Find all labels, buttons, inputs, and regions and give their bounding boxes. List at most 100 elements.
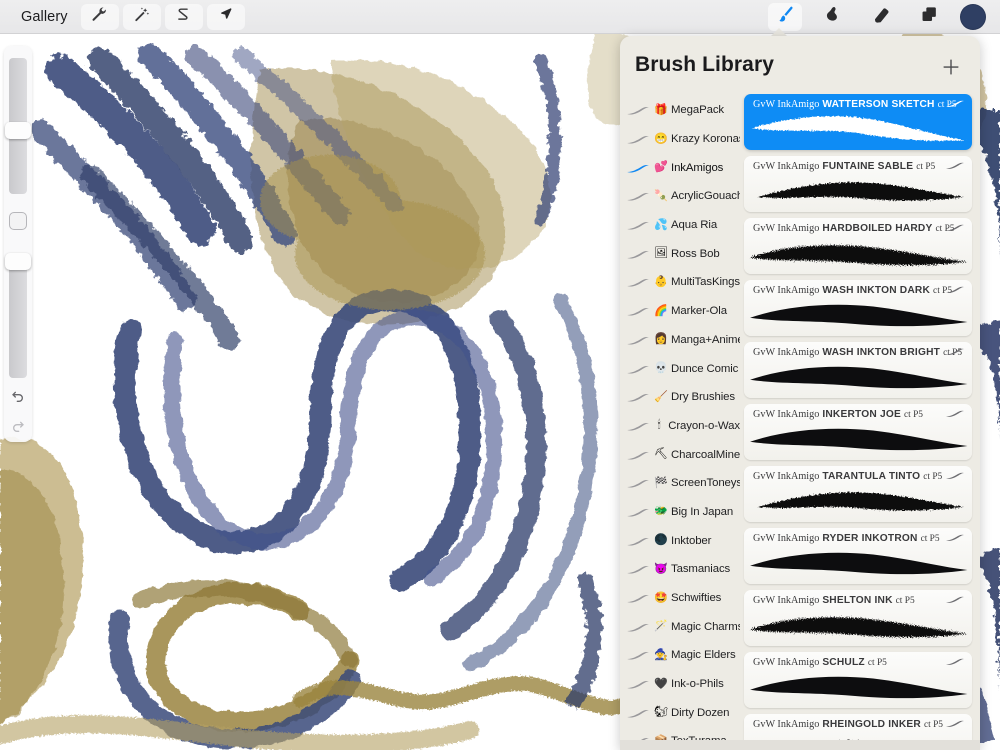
brush-set-list[interactable]: 🎁 MegaPack 😁 Krazy Koronas 💕 InkAmigos 🍡 Acryli…	[620, 94, 740, 740]
transform-button[interactable]	[206, 3, 245, 30]
brush-set-emoji-icon: 🤩	[654, 591, 668, 604]
brush-mini-stroke-icon	[945, 345, 965, 357]
brush-suffix: ct P5	[923, 720, 943, 730]
transform-arrow-icon	[217, 6, 234, 28]
paint-tool-button[interactable]	[768, 2, 802, 31]
brush-set-row[interactable]: 💀 Dunce Comic	[620, 354, 740, 383]
brush-set-row[interactable]: 🐿 Dirty Dozen	[620, 698, 740, 727]
brush-name: RYDER INKOTRON	[822, 533, 918, 544]
brush-set-emoji-icon: 🪄	[654, 620, 668, 633]
brush-card[interactable]: GvW InkAmigo TARANTULA TINTO ct P5	[744, 466, 972, 522]
selection-button[interactable]	[164, 3, 203, 30]
brush-set-row[interactable]: 📦TexTurama	[620, 727, 740, 740]
brush-set-row[interactable]: 💦 Aqua Ria	[620, 211, 740, 240]
color-swatch-button[interactable]	[960, 3, 986, 30]
brush-card[interactable]: GvW InkAmigo WATTERSON SKETCH ct P5	[744, 94, 972, 150]
redo-button[interactable]	[8, 417, 28, 437]
brush-set-label: Krazy Koronas	[671, 133, 740, 146]
brush-set-row[interactable]: 🏁 ScreenToneys	[620, 469, 740, 498]
brush-set-row[interactable]: 🖼 Ross Bob	[620, 239, 740, 268]
eraser-icon	[872, 5, 891, 29]
brush-name: INKERTON JOE	[822, 409, 901, 420]
brush-card[interactable]: GvW InkAmigo HARDBOILED HARDY ct P5	[744, 218, 972, 274]
brush-prefix: GvW InkAmigo	[753, 533, 820, 544]
add-brush-button[interactable]	[940, 56, 962, 78]
brush-set-row[interactable]: 😈 Tasmaniacs	[620, 555, 740, 584]
brush-caption: GvW InkAmigo HARDBOILED HARDY ct P5	[753, 223, 964, 234]
opacity-slider[interactable]	[9, 256, 27, 378]
brush-set-row[interactable]: 😁 Krazy Koronas	[620, 125, 740, 154]
brush-preview-stroke	[744, 545, 972, 583]
brush-size-thumb[interactable]	[5, 122, 31, 139]
brush-set-label: Magic Charms	[671, 620, 740, 633]
brush-set-row[interactable]: 👶 MultiTasKings	[620, 268, 740, 297]
brush-card[interactable]: GvW InkAmigo WASH INKTON BRIGHT ct P5	[744, 342, 972, 398]
brush-set-label: CharcoalMine	[671, 448, 740, 461]
brush-preview-stroke	[744, 235, 972, 273]
brush-set-row[interactable]: 💕 InkAmigos	[620, 153, 740, 182]
brush-set-emoji-icon: 🧹	[654, 390, 668, 403]
brush-set-stroke-icon	[626, 391, 650, 403]
brush-set-label: AcrylicGouache	[671, 190, 740, 203]
layers-button[interactable]	[912, 3, 946, 31]
brush-mini-stroke-icon	[945, 221, 965, 233]
brush-set-row[interactable]: 🪄 Magic Charms	[620, 612, 740, 641]
brush-set-row[interactable]: 👩 Manga+Anime	[620, 326, 740, 355]
brush-set-emoji-icon: 🖤	[654, 677, 668, 690]
brush-card[interactable]: GvW InkAmigo SCHULZ ct P5	[744, 652, 972, 708]
brush-caption: GvW InkAmigo FUNTAINE SABLE ct P5	[753, 161, 964, 172]
brush-set-row[interactable]: 🌑 Inktober	[620, 526, 740, 555]
brush-card[interactable]: GvW InkAmigo RHEINGOLD INKER ct P5	[744, 714, 972, 740]
brush-set-row[interactable]: 🎁 MegaPack	[620, 96, 740, 125]
brush-set-emoji-icon: 🧙	[654, 648, 668, 661]
brush-set-row[interactable]: 🧙 Magic Elders	[620, 641, 740, 670]
brush-card[interactable]: GvW InkAmigo RYDER INKOTRON ct P5	[744, 528, 972, 584]
brush-suffix: ct P5	[923, 472, 943, 482]
brush-set-label: Ink-o-Phils	[671, 678, 724, 691]
brush-mini-stroke-icon	[945, 531, 965, 543]
toolbar-left-group: Gallery	[0, 3, 245, 30]
brush-set-row[interactable]: 🕯 Crayon-o-Wax	[620, 412, 740, 441]
brush-set-stroke-icon	[626, 535, 650, 547]
brush-set-row[interactable]: 🌈 Marker-Ola	[620, 297, 740, 326]
brush-set-row[interactable]: 🧹 Dry Brushies	[620, 383, 740, 412]
erase-tool-button[interactable]	[864, 3, 898, 31]
brush-caption: GvW InkAmigo RHEINGOLD INKER ct P5	[753, 719, 964, 730]
brush-set-row[interactable]: ⛏ CharcoalMine	[620, 440, 740, 469]
brush-preview-stroke	[744, 669, 972, 707]
brush-caption: GvW InkAmigo INKERTON JOE ct P5	[753, 409, 964, 420]
brush-set-row[interactable]: 🍡AcrylicGouache	[620, 182, 740, 211]
brush-set-row[interactable]: 🖤 Ink-o-Phils	[620, 670, 740, 699]
adjustments-button[interactable]	[122, 3, 161, 30]
brush-prefix: GvW InkAmigo	[753, 161, 820, 172]
brush-set-row[interactable]: 🐲 Big In Japan	[620, 498, 740, 527]
brush-card[interactable]: GvW InkAmigo INKERTON JOE ct P5	[744, 404, 972, 460]
actions-wrench-button[interactable]	[80, 3, 119, 30]
brush-name: TARANTULA TINTO	[822, 471, 921, 482]
gallery-button[interactable]: Gallery	[12, 6, 77, 28]
brush-set-stroke-icon	[626, 162, 650, 174]
brush-set-row[interactable]: 🤩 Schwifties	[620, 584, 740, 613]
brush-item-list[interactable]: GvW InkAmigo WATTERSON SKETCH ct P5 GvW Ink…	[740, 94, 980, 740]
brush-card[interactable]: GvW InkAmigo WASH INKTON DARK ct P5	[744, 280, 972, 336]
brush-set-label: Aqua Ria	[671, 219, 718, 232]
brush-set-emoji-icon: 💕	[654, 161, 668, 174]
brush-set-label: Inktober	[671, 534, 712, 547]
brush-set-label: InkAmigos	[671, 161, 724, 174]
brush-card[interactable]: GvW InkAmigo FUNTAINE SABLE ct P5	[744, 156, 972, 212]
brush-suffix: ct P5	[903, 410, 923, 420]
undo-button[interactable]	[8, 387, 28, 407]
opacity-thumb[interactable]	[5, 253, 31, 270]
brush-set-stroke-icon	[626, 621, 650, 633]
brush-mini-stroke-icon	[945, 593, 965, 605]
smudge-tool-button[interactable]	[816, 3, 850, 31]
brush-set-stroke-icon	[626, 678, 650, 690]
brush-set-label: Manga+Anime	[671, 333, 740, 346]
brush-name: WATTERSON SKETCH	[822, 99, 935, 110]
modify-button[interactable]	[9, 212, 27, 230]
brush-prefix: GvW InkAmigo	[753, 471, 820, 482]
brush-card[interactable]: GvW InkAmigo SHELTON INK ct P5	[744, 590, 972, 646]
magic-wand-icon	[133, 6, 150, 28]
brush-mini-stroke-icon	[945, 97, 965, 109]
brush-set-label: Schwifties	[671, 592, 722, 605]
